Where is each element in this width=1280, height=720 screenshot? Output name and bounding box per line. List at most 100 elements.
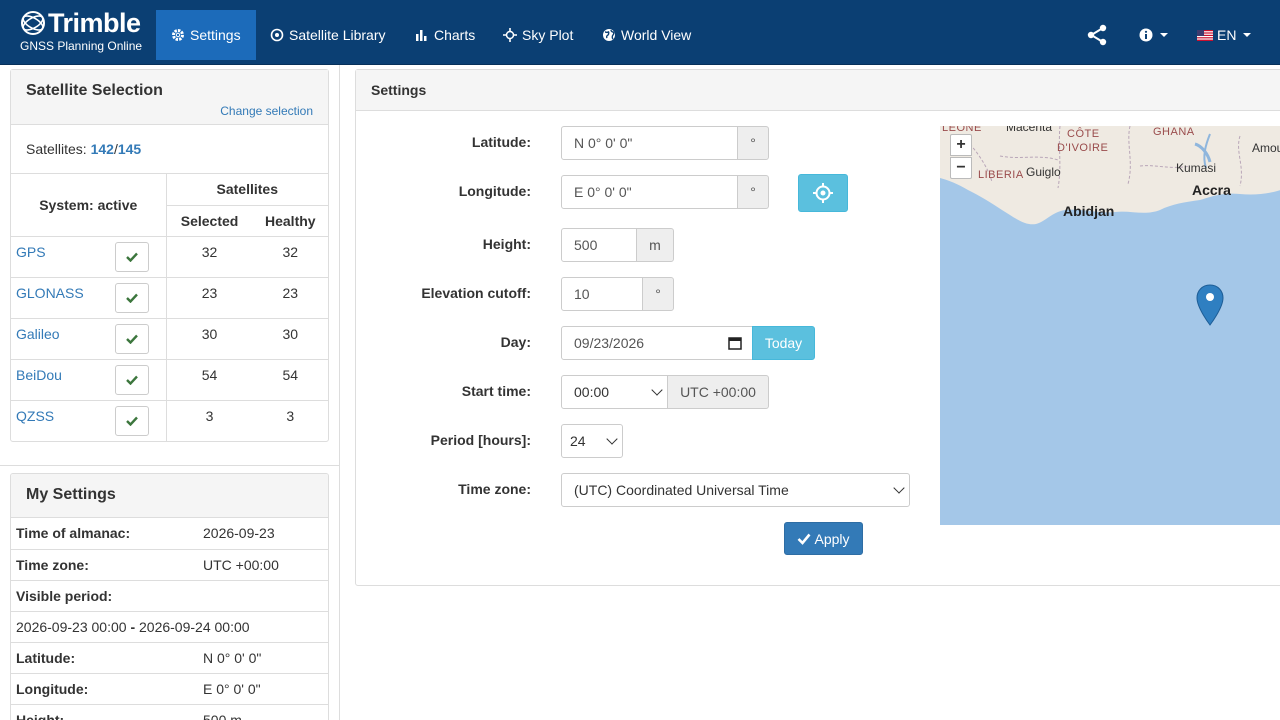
height-form-label: Height: — [482, 236, 531, 252]
location-pin-icon[interactable] — [1196, 284, 1224, 326]
chevron-down-icon — [1160, 33, 1168, 37]
nav-sky-plot[interactable]: Sky Plot — [488, 10, 588, 60]
system-active-header: System: active — [39, 196, 138, 213]
system-name-beidou[interactable]: BeiDou — [11, 358, 111, 400]
satellite-selection-panel: Satellite Selection Change selection Sat… — [10, 69, 329, 442]
nav-world-view[interactable]: World View — [587, 10, 706, 60]
table-row: Time of almanac: 2026-09-23 — [11, 518, 328, 549]
beidou-healthy-count: 54 — [252, 358, 328, 400]
period-select[interactable]: 24 — [561, 424, 623, 458]
change-selection-link[interactable]: Change selection — [220, 104, 313, 118]
height-value: 500 m — [198, 703, 328, 720]
map-label-leone: LEONE — [942, 126, 982, 134]
apply-label: Apply — [814, 530, 850, 547]
locate-me-button[interactable] — [798, 174, 848, 212]
map-label-liberia: LIBERIA — [978, 169, 1024, 181]
chevron-down-icon — [1243, 33, 1252, 37]
timezone-select[interactable]: (UTC) Coordinated Universal Time — [561, 473, 910, 507]
nav-settings[interactable]: Settings — [156, 10, 256, 60]
map-label-cote: CÔTE — [1067, 128, 1100, 140]
gps-toggle-button[interactable] — [115, 241, 149, 272]
qzss-toggle-button[interactable] — [115, 405, 149, 436]
elevation-form-row: Elevation cutoff: — [356, 277, 531, 311]
timezone-select-value: (UTC) Coordinated Universal Time — [574, 482, 789, 498]
target-icon — [270, 28, 284, 42]
beidou-selected-count: 54 — [165, 358, 253, 400]
nav-satellite-library[interactable]: Satellite Library — [255, 10, 401, 60]
calendar-icon — [728, 337, 742, 350]
table-row: Galileo 30 30 — [11, 317, 328, 359]
qzss-healthy-count: 3 — [252, 399, 328, 441]
height-input[interactable]: 500 — [561, 228, 637, 262]
start-time-timezone: UTC +00:00 — [667, 375, 769, 409]
table-row: BeiDou 54 54 — [11, 358, 328, 400]
check-icon — [126, 375, 138, 385]
check-icon — [126, 416, 138, 426]
check-icon — [126, 293, 138, 303]
nav-settings-label: Settings — [190, 27, 241, 43]
chevron-down-icon — [893, 482, 905, 494]
system-table: System: active Satellites Selected Healt… — [11, 174, 328, 441]
satellite-selection-header: Satellite Selection Change selection — [11, 70, 328, 125]
gps-selected-count: 32 — [165, 235, 253, 277]
timezone-label: Time zone: — [11, 548, 198, 580]
map-label-guiglo: Guiglo — [1026, 165, 1061, 179]
us-flag-icon — [1197, 29, 1213, 41]
system-name-glonass[interactable]: GLONASS — [11, 276, 111, 318]
info-menu-button[interactable] — [1139, 10, 1168, 60]
zoom-out-button[interactable]: − — [950, 157, 972, 179]
day-date-input[interactable]: 09/23/2026 — [561, 326, 753, 360]
map-label-divoire: D'IVOIRE — [1057, 142, 1109, 154]
almanac-label: Time of almanac: — [16, 525, 131, 542]
system-name-qzss[interactable]: QZSS — [11, 399, 111, 441]
satellite-selection-title: Satellite Selection — [26, 82, 163, 99]
beidou-toggle-button[interactable] — [115, 364, 149, 395]
map-label-kumasi: Kumasi — [1176, 161, 1217, 175]
info-icon — [1139, 28, 1153, 42]
longitude-value: E 0° 0' 0" — [198, 672, 328, 704]
map-label-ghana: GHANA — [1153, 126, 1195, 138]
chevron-down-icon — [606, 433, 618, 445]
longitude-input[interactable]: E 0° 0' 0" — [561, 175, 738, 209]
brand-logo[interactable]: Trimble GNSS Planning Online — [20, 8, 142, 53]
table-row: GLONASS 23 23 — [11, 276, 328, 318]
zoom-in-button[interactable]: + — [950, 134, 972, 156]
nav-satellite-library-label: Satellite Library — [289, 27, 386, 43]
chevron-down-icon — [651, 384, 663, 396]
system-name-galileo[interactable]: Galileo — [11, 317, 111, 359]
apply-button[interactable]: Apply — [784, 522, 863, 555]
start-time-select[interactable]: 00:00 — [561, 375, 668, 409]
system-name-gps[interactable]: GPS — [11, 235, 111, 277]
crosshair-icon — [813, 183, 833, 203]
satellite-count-total[interactable]: 145 — [118, 141, 141, 157]
timezone-form-row: Time zone: — [356, 473, 531, 507]
height-form-row: Height: — [356, 228, 531, 262]
glonass-toggle-button[interactable] — [115, 282, 149, 313]
longitude-unit: ° — [737, 175, 769, 209]
check-icon — [126, 334, 138, 344]
today-button[interactable]: Today — [752, 326, 815, 360]
trimble-globe-icon — [21, 11, 45, 35]
my-settings-panel: My Settings Time of almanac: 2026-09-23 … — [10, 473, 329, 720]
satellite-count-selected[interactable]: 142 — [91, 141, 114, 157]
nav-charts-label: Charts — [434, 27, 476, 43]
table-row: GPS 32 32 — [11, 235, 328, 277]
language-label: EN — [1217, 27, 1237, 43]
language-menu-button[interactable]: EN — [1197, 10, 1252, 60]
nav-world-view-label: World View — [621, 27, 692, 43]
visible-period-label: Visible period: — [11, 579, 328, 611]
healthy-header: Healthy — [252, 204, 328, 236]
check-icon — [126, 252, 138, 262]
location-map[interactable]: + − LEONE Macenta CÔTE D'IVOIRE GHANA Am… — [940, 126, 1280, 525]
table-row: Latitude: N 0° 0' 0" — [11, 641, 328, 673]
share-button[interactable] — [1085, 10, 1109, 60]
share-icon — [1087, 24, 1107, 46]
qzss-selected-count: 3 — [165, 399, 253, 441]
elevation-cutoff-input[interactable]: 10 — [561, 277, 643, 311]
latitude-input[interactable]: N 0° 0' 0" — [561, 126, 738, 160]
my-settings-title: My Settings — [26, 486, 116, 503]
elevation-unit: ° — [642, 277, 674, 311]
nav-charts[interactable]: Charts — [400, 10, 490, 60]
period-separator: - — [130, 618, 136, 635]
galileo-toggle-button[interactable] — [115, 323, 149, 354]
